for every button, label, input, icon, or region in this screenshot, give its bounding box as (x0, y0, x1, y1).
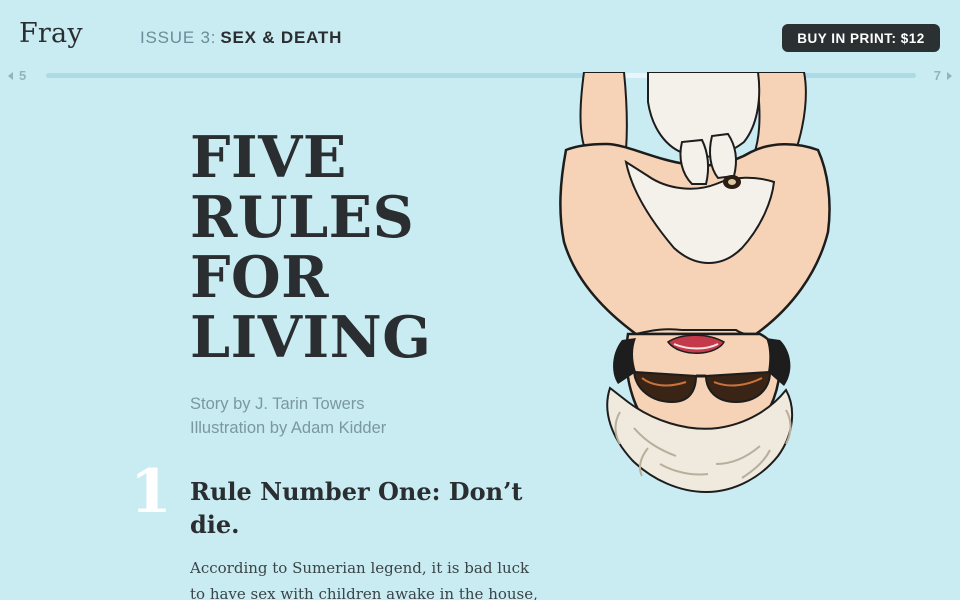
body-line: According to Sumerian legend, it is bad … (190, 559, 530, 577)
headline-line: LIVING (190, 304, 432, 371)
body-line: to have sex with children awake in the h… (190, 585, 538, 600)
headline-line: FOR (190, 244, 329, 311)
headline-line: FIVE (190, 124, 347, 191)
next-page-link[interactable]: 7 (934, 68, 952, 83)
previous-page-number: 5 (19, 68, 27, 83)
illustration-credit: Illustration by Adam Kidder (190, 419, 387, 437)
story-credit: Story by J. Tarin Towers (190, 395, 365, 413)
buy-in-print-button[interactable]: BUY IN PRINT: $12 (782, 24, 940, 52)
next-page-number: 7 (933, 68, 941, 83)
issue-title[interactable]: ISSUE 3: SEX & DEATH (140, 28, 342, 48)
issue-name: SEX & DEATH (220, 28, 343, 47)
upside-down-woman-holding-cat-illustration (559, 72, 831, 494)
article-credits: Story by J. Tarin Towers Illustration by… (190, 392, 386, 440)
chevron-right-icon (947, 71, 952, 80)
article-headline: FIVE RULES FOR LIVING (190, 128, 490, 368)
issue-label: ISSUE 3: (140, 28, 217, 47)
previous-page-link[interactable]: 5 (8, 68, 26, 83)
site-logo[interactable]: Fray (19, 18, 83, 49)
rule-number: 1 (130, 457, 172, 527)
rule-title: Rule Number One: Don’t die. (190, 477, 523, 539)
chevron-left-icon (8, 71, 13, 80)
headline-line: RULES (190, 184, 415, 251)
article-body: According to Sumerian legend, it is bad … (190, 555, 538, 600)
